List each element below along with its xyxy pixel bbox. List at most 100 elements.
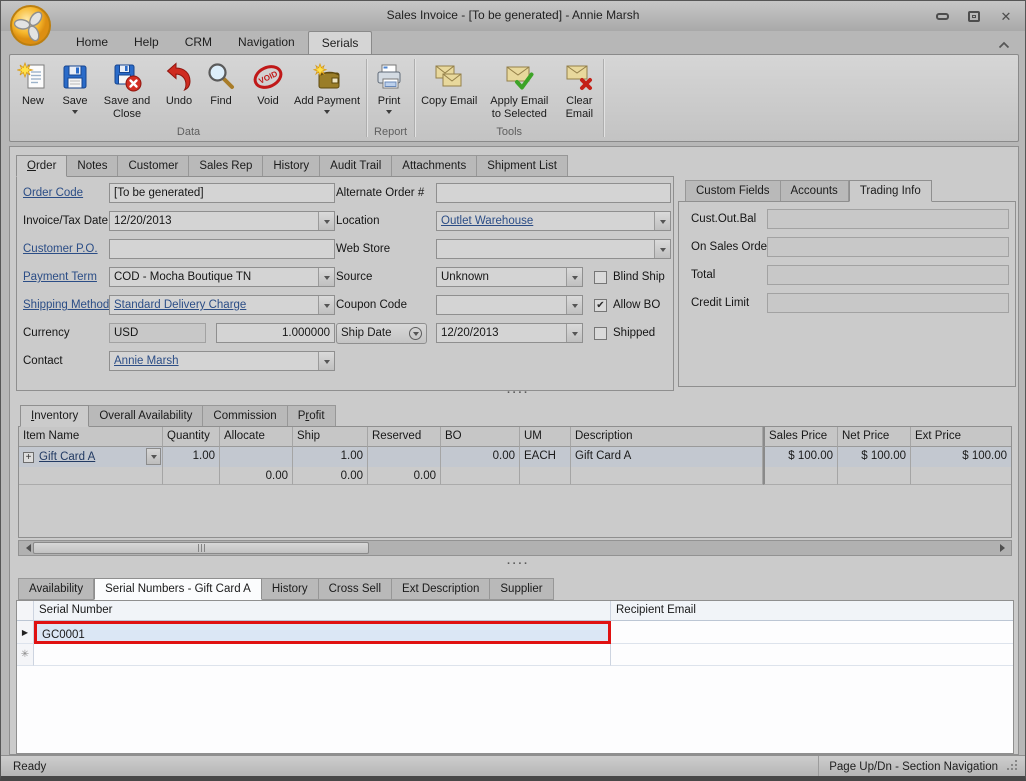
sales-price-cell[interactable] (763, 467, 838, 485)
order-code-field[interactable]: [To be generated] (109, 183, 335, 203)
location-field[interactable]: Outlet Warehouse (436, 211, 671, 231)
col-header-quantity[interactable]: Quantity (163, 427, 220, 447)
expand-row-icon[interactable]: + (23, 452, 34, 463)
payment-term-field[interactable]: COD - Mocha Boutique TN (109, 267, 335, 287)
combo-dropdown-icon[interactable] (566, 296, 582, 314)
col-header-um[interactable]: UM (520, 427, 571, 447)
tab-shipment-list[interactable]: Shipment List (477, 155, 568, 177)
payment-term-link[interactable]: Payment Term (23, 267, 97, 287)
save-button[interactable]: Save (54, 58, 96, 118)
tab-ext-description[interactable]: Ext Description (392, 578, 490, 600)
save-dropdown-icon[interactable] (72, 110, 78, 117)
shipping-method-link[interactable]: Shipping Method (23, 295, 109, 315)
ribbon-tab-crm[interactable]: CRM (172, 31, 225, 54)
tab-serials-history[interactable]: History (262, 578, 319, 600)
combo-dropdown-icon[interactable] (318, 212, 334, 230)
resize-grip-icon[interactable] (1006, 759, 1019, 775)
tab-commission[interactable]: Commission (203, 405, 287, 427)
combo-dropdown-icon[interactable] (318, 296, 334, 314)
tab-trading-info[interactable]: Trading Info (849, 180, 932, 202)
recipient-email-cell[interactable] (611, 621, 1013, 644)
inventory-h-scrollbar[interactable] (18, 540, 1012, 556)
col-header-net-price[interactable]: Net Price (838, 427, 911, 447)
customer-po-link[interactable]: Customer P.O. (23, 239, 98, 259)
web-store-field[interactable] (436, 239, 671, 259)
col-header-sales-price[interactable]: Sales Price (763, 427, 838, 447)
bo-cell[interactable] (441, 467, 520, 485)
description-cell[interactable]: Gift Card A (571, 447, 763, 467)
combo-dropdown-icon[interactable] (318, 268, 334, 286)
add-payment-dropdown-icon[interactable] (324, 110, 330, 117)
item-dropdown-icon[interactable] (146, 448, 161, 465)
tab-cross-sell[interactable]: Cross Sell (319, 578, 392, 600)
currency-code-field[interactable]: USD (109, 323, 206, 343)
coupon-code-field[interactable] (436, 295, 583, 315)
serial-number-cell-highlighted[interactable]: GC0001 (34, 621, 611, 644)
save-and-close-button[interactable]: Save and Close (96, 58, 158, 121)
tab-history[interactable]: History (263, 155, 320, 177)
col-header-description[interactable]: Description (571, 427, 763, 447)
ribbon-tab-navigation[interactable]: Navigation (225, 31, 308, 54)
restore-button[interactable] (965, 9, 983, 23)
source-field[interactable]: Unknown (436, 267, 583, 287)
allocate-cell[interactable]: 0.00 (220, 467, 293, 485)
clear-email-button[interactable]: Clear Email (556, 58, 602, 121)
ship-date-field[interactable]: 12/20/2013 (436, 323, 583, 343)
section-splitter[interactable]: ···· (507, 561, 530, 567)
combo-dropdown-icon[interactable] (318, 352, 334, 370)
item-name-cell[interactable] (19, 467, 163, 485)
contact-field[interactable]: Annie Marsh (109, 351, 335, 371)
print-button[interactable]: Print (368, 58, 410, 118)
ext-price-cell[interactable]: $ 100.00 (911, 447, 1011, 467)
close-button[interactable]: ✕ (997, 9, 1015, 23)
quantity-cell[interactable] (163, 467, 220, 485)
blind-ship-checkbox[interactable] (594, 271, 607, 284)
currency-rate-field[interactable]: 1.000000 (216, 323, 335, 343)
tab-order[interactable]: Order (16, 155, 67, 177)
description-cell[interactable] (571, 467, 763, 485)
tab-notes[interactable]: Notes (67, 155, 118, 177)
scrollbar-thumb[interactable] (33, 542, 369, 554)
recipient-email-cell[interactable] (611, 644, 1013, 666)
ship-cell[interactable]: 1.00 (293, 447, 368, 467)
add-payment-button[interactable]: Add Payment (289, 58, 365, 118)
tab-supplier[interactable]: Supplier (490, 578, 553, 600)
invoice-date-field[interactable]: 12/20/2013 (109, 211, 335, 231)
row-selector[interactable]: ✳ (17, 644, 34, 666)
bo-cell[interactable]: 0.00 (441, 447, 520, 467)
item-name-cell[interactable]: + Gift Card A (19, 447, 163, 467)
tab-sales-rep[interactable]: Sales Rep (189, 155, 263, 177)
col-header-ext-price[interactable]: Ext Price (911, 427, 1011, 447)
combo-dropdown-icon[interactable] (566, 324, 582, 342)
um-cell[interactable]: EACH (520, 447, 571, 467)
customer-po-field[interactable] (109, 239, 335, 259)
net-price-cell[interactable]: $ 100.00 (838, 447, 911, 467)
copy-email-button[interactable]: Copy Email (416, 58, 482, 109)
tab-serial-numbers[interactable]: Serial Numbers - Gift Card A (94, 578, 262, 600)
ship-date-selector-button[interactable]: Ship Date (336, 323, 427, 344)
tab-inventory[interactable]: Inventory (20, 405, 89, 427)
undo-button[interactable]: Undo (158, 58, 200, 109)
serial-number-cell[interactable] (34, 644, 611, 666)
item-link[interactable]: Gift Card A (39, 448, 95, 467)
order-code-link[interactable]: Order Code (23, 183, 83, 203)
ribbon-tab-home[interactable]: Home (63, 31, 121, 54)
um-cell[interactable] (520, 467, 571, 485)
sales-price-cell[interactable]: $ 100.00 (763, 447, 838, 467)
tab-availability[interactable]: Availability (18, 578, 94, 600)
col-header-item-name[interactable]: Item Name (19, 427, 163, 447)
shipped-checkbox[interactable] (594, 327, 607, 340)
allow-bo-checkbox[interactable]: ✔ (594, 299, 607, 312)
tab-accounts[interactable]: Accounts (781, 180, 849, 202)
row-selector[interactable]: ▶ (17, 621, 34, 644)
alternate-order-field[interactable] (436, 183, 671, 203)
col-header-reserved[interactable]: Reserved (368, 427, 441, 447)
ribbon-collapse-button[interactable] (997, 37, 1011, 48)
tab-audit-trail[interactable]: Audit Trail (320, 155, 392, 177)
tab-attachments[interactable]: Attachments (392, 155, 477, 177)
tab-overall-availability[interactable]: Overall Availability (89, 405, 203, 427)
ship-date-dropdown-icon[interactable] (409, 327, 422, 340)
scroll-left-icon[interactable] (19, 541, 33, 555)
tab-custom-fields[interactable]: Custom Fields (685, 180, 781, 202)
ribbon-tab-help[interactable]: Help (121, 31, 172, 54)
